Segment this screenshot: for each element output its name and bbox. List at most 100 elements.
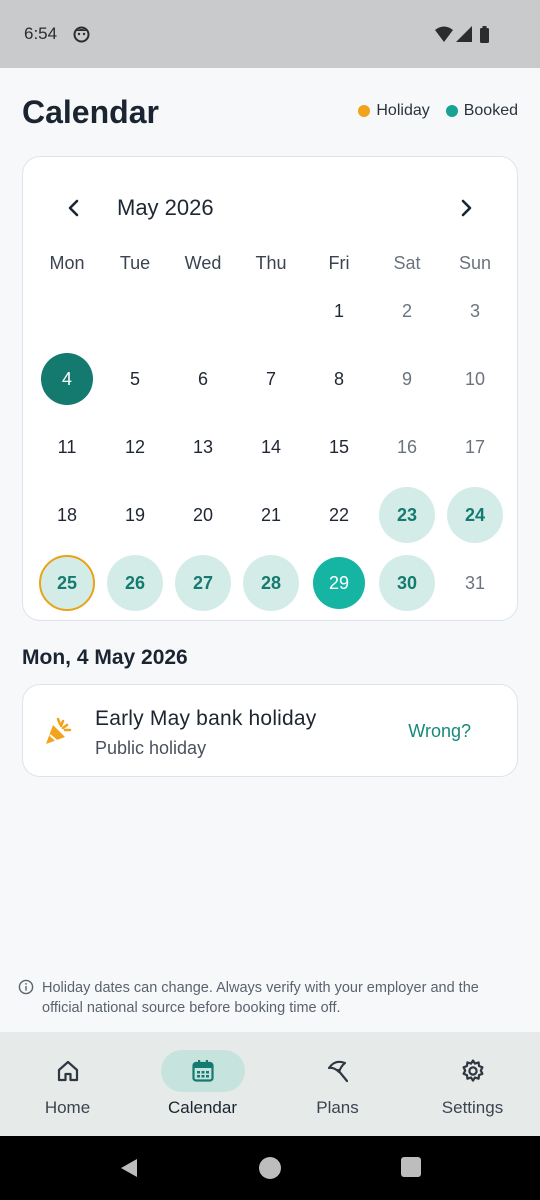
day-cell-1[interactable]: 1 [305,277,373,345]
chevron-left-icon [68,199,79,217]
tab-settings[interactable]: Settings [405,1032,540,1136]
day-cell-10[interactable]: 10 [441,345,509,413]
day-cell-23[interactable]: 23 [373,481,441,549]
day-number: 16 [396,436,418,457]
day-number: 20 [192,504,214,525]
tab-calendar-pill [161,1050,245,1092]
beach-umbrella-icon [327,1060,349,1083]
day-number: 15 [328,436,350,457]
report-wrong-button[interactable]: Wrong? [408,721,471,742]
day-cell-16[interactable]: 16 [373,413,441,481]
holiday-dot-icon [358,105,371,117]
day-cell-8[interactable]: 8 [305,345,373,413]
holiday-event-card: Early May bank holiday Public holiday Wr… [22,684,518,777]
day-cell-26[interactable]: 26 [101,549,169,617]
next-month-button[interactable] [449,191,483,225]
day-number: 11 [57,436,77,457]
tab-home[interactable]: Home [0,1032,135,1136]
day-cell-24[interactable]: 24 [441,481,509,549]
info-icon [18,979,34,1018]
day-number: 31 [464,572,486,593]
day-cell-6[interactable]: 6 [169,345,237,413]
home-system-button[interactable] [258,1156,282,1185]
signal-icon [456,26,472,42]
disclaimer: Holiday dates can change. Always verify … [18,978,518,1018]
day-cell-18[interactable]: 18 [33,481,101,549]
day-number: 5 [129,368,140,389]
day-number: 18 [56,504,78,525]
day-cell-29[interactable]: 29 [305,549,373,617]
weekday-header: Mon Tue Wed Thu Fri Sat Sun [33,253,509,274]
day-cell-5[interactable]: 5 [101,345,169,413]
tab-home-label: Home [44,1098,91,1117]
calendar-card: May 2026 Mon Tue Wed Thu Fri Sat Sun 123456789… [22,156,518,621]
gear-icon [462,1059,484,1082]
tab-plans[interactable]: Plans [270,1032,405,1136]
day-number: 4 [41,353,93,405]
home-icon [57,1060,79,1082]
day-cell-19[interactable]: 19 [101,481,169,549]
day-number: 22 [328,504,350,525]
status-bar: 6:54 [0,0,540,68]
weekday-fri: Fri [328,253,350,273]
day-cell-17[interactable]: 17 [441,413,509,481]
page-title: Calendar [22,94,159,130]
tab-calendar-label: Calendar [168,1098,237,1117]
day-number: 9 [401,368,412,389]
tab-settings-pill [431,1050,515,1092]
day-number: 6 [197,368,208,389]
day-number: 12 [124,436,146,457]
status-icons [434,25,504,50]
recents-square-icon [401,1157,421,1177]
day-number: 7 [265,368,276,389]
back-button[interactable] [118,1156,140,1185]
disclaimer-text: Holiday dates can change. Always verify … [42,980,479,1016]
day-cell-20[interactable]: 20 [169,481,237,549]
day-cell-27[interactable]: 27 [169,549,237,617]
day-cell-22[interactable]: 22 [305,481,373,549]
day-number: 8 [333,368,344,389]
day-cell-9[interactable]: 9 [373,345,441,413]
weekday-sun: Sun [458,253,492,273]
day-cell-25[interactable]: 25 [33,549,101,617]
day-cell-7[interactable]: 7 [237,345,305,413]
legend-holiday-label: Holiday [376,102,430,119]
month-nav: May 2026 [23,191,517,225]
app-screen: Calendar Holiday Booked May 2026 Mon Tue W… [0,68,540,1136]
day-number: 23 [379,487,435,543]
legend-booked-label: Booked [463,102,518,119]
wifi-icon [435,26,453,42]
day-cell-2[interactable]: 2 [373,277,441,345]
legend-booked: Booked [445,102,518,120]
notification-face-icon [73,26,90,48]
weekday-sat: Sat [393,253,421,273]
day-cell-11[interactable]: 11 [33,413,101,481]
day-number: 19 [124,504,146,525]
day-number: 10 [464,368,486,389]
day-cell-3[interactable]: 3 [441,277,509,345]
day-number: 17 [464,436,486,457]
day-number: 3 [469,300,480,321]
recents-button[interactable] [400,1156,422,1183]
day-cell-12[interactable]: 12 [101,413,169,481]
previous-month-button[interactable] [57,191,91,225]
day-cell-28[interactable]: 28 [237,549,305,617]
day-cell-30[interactable]: 30 [373,549,441,617]
day-number: 21 [260,504,282,525]
day-number: 27 [175,555,231,611]
day-cell-13[interactable]: 13 [169,413,237,481]
back-triangle-icon [121,1159,137,1177]
home-circle-icon [259,1157,281,1179]
day-cell-14[interactable]: 14 [237,413,305,481]
tab-settings-label: Settings [441,1098,504,1117]
legend-holiday: Holiday [358,102,430,120]
weekday-tue: Tue [119,253,151,273]
day-cell-4[interactable]: 4 [33,345,101,413]
tab-plans-label: Plans [316,1098,359,1117]
day-cell-15[interactable]: 15 [305,413,373,481]
day-cell-21[interactable]: 21 [237,481,305,549]
tab-calendar[interactable]: Calendar [135,1032,270,1136]
weekday-mon: Mon [49,253,85,273]
day-cell-31[interactable]: 31 [441,549,509,617]
status-time: 6:54 [24,24,58,43]
